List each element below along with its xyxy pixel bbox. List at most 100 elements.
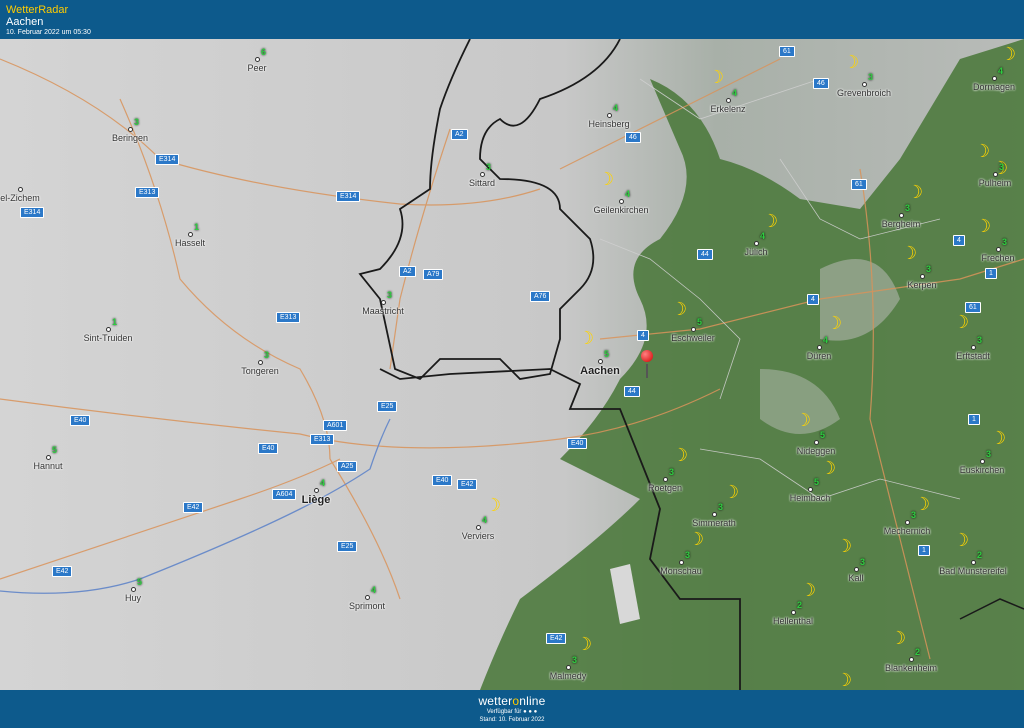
- temperature-value: 3: [718, 502, 724, 512]
- moon-icon: ☽: [953, 312, 970, 332]
- city-label[interactable]: Hasselt: [175, 238, 205, 248]
- temperature-value: 2: [797, 600, 803, 610]
- city-label[interactable]: Liège: [302, 494, 331, 506]
- temperature-value: 3: [1002, 237, 1008, 247]
- temperature-value: 3: [860, 557, 866, 567]
- city-label[interactable]: Düren: [807, 351, 832, 361]
- city-label[interactable]: Sint-Truiden: [84, 333, 133, 343]
- road-label: 44: [697, 249, 713, 260]
- moon-icon: ☽: [598, 169, 615, 189]
- road-label: E42: [183, 502, 204, 513]
- road-label: A76: [530, 291, 551, 302]
- temperature-value: 3: [868, 72, 874, 82]
- location-title: Aachen: [6, 16, 44, 28]
- city-label[interactable]: Sprimont: [349, 601, 385, 611]
- city-dot: [814, 440, 819, 445]
- city-dot: [791, 610, 796, 615]
- city-label[interactable]: Grevenbroich: [837, 88, 891, 98]
- city-dot: [663, 477, 668, 482]
- moon-icon: ☽: [576, 634, 593, 654]
- temperature-value: 3: [134, 117, 140, 127]
- city-label[interactable]: Erftstadt: [956, 351, 990, 361]
- availability-text: Verfügbar für ● ● ●: [486, 709, 538, 715]
- city-dot: [905, 520, 910, 525]
- temperature-value: 5: [814, 477, 820, 487]
- city-label[interactable]: Peer: [247, 63, 266, 73]
- moon-icon: ☽: [836, 670, 853, 690]
- road-label: E314: [20, 207, 45, 218]
- temperature-value: 3: [572, 655, 578, 665]
- temperature-value: 1: [112, 317, 118, 327]
- city-dot: [476, 525, 481, 530]
- radar-map[interactable]: A2 46 E314 E313 E314 E314 A2 A79 44 4 1 61 61 46 A76 E3…: [0, 39, 1024, 690]
- road-label: A25: [337, 461, 358, 472]
- temperature-value: 5: [52, 445, 58, 455]
- timestamp: 10. Februar 2022 um 05:30: [6, 29, 91, 36]
- road-label: 1: [985, 268, 997, 279]
- city-label[interactable]: el-Zichem: [0, 193, 40, 203]
- moon-icon: ☽: [890, 628, 907, 648]
- city-label[interactable]: Euskirchen: [960, 465, 1005, 475]
- temperature-value: 3: [669, 467, 675, 477]
- moon-icon: ☽: [953, 530, 970, 550]
- temperature-value: 4: [371, 585, 377, 595]
- location-pin-icon[interactable]: [641, 350, 653, 362]
- city-label[interactable]: Monschau: [660, 566, 702, 576]
- temperature-value: 1: [194, 222, 200, 232]
- city-label[interactable]: Jülich: [744, 247, 767, 257]
- city-label[interactable]: Nideggen: [797, 446, 836, 456]
- city-dot: [619, 199, 624, 204]
- city-dot: [971, 345, 976, 350]
- city-dot: [691, 327, 696, 332]
- city-label[interactable]: Huy: [125, 593, 141, 603]
- moon-icon: ☽: [914, 494, 931, 514]
- city-label[interactable]: Kall: [848, 573, 863, 583]
- moon-icon: ☽: [843, 52, 860, 72]
- city-label[interactable]: Blankenheim: [885, 663, 937, 673]
- city-dot: [817, 345, 822, 350]
- city-label[interactable]: Tongeren: [241, 366, 279, 376]
- city-label[interactable]: Heimbach: [790, 493, 831, 503]
- city-label[interactable]: Bad Munstereifel: [939, 566, 1007, 576]
- city-label[interactable]: Geilenkirchen: [593, 205, 648, 215]
- city-label[interactable]: Malmedy: [550, 671, 587, 681]
- road-label: E42: [52, 566, 73, 577]
- moon-icon: ☽: [975, 216, 992, 236]
- road-label: E313: [310, 434, 335, 445]
- city-dot: [980, 459, 985, 464]
- road-label: 44: [624, 386, 640, 397]
- app-footer: wetteronline Verfügbar für ● ● ● Stand: …: [0, 690, 1024, 728]
- city-label[interactable]: Eschweiler: [671, 333, 715, 343]
- map-background: [0, 39, 1024, 690]
- city-label[interactable]: Kerpen: [907, 280, 936, 290]
- city-label[interactable]: Aachen: [580, 365, 620, 377]
- city-label[interactable]: Beringen: [112, 133, 148, 143]
- road-label: A2: [399, 266, 416, 277]
- city-label[interactable]: Sittard: [469, 178, 495, 188]
- city-label[interactable]: Hellenthal: [773, 616, 813, 626]
- road-label: E314: [155, 154, 180, 165]
- road-label: E313: [135, 187, 160, 198]
- city-label[interactable]: Frechen: [981, 253, 1014, 263]
- moon-icon: ☽: [723, 482, 740, 502]
- city-label[interactable]: Erkelenz: [710, 104, 745, 114]
- city-label[interactable]: Heinsberg: [588, 119, 629, 129]
- temperature-value: 3: [905, 203, 911, 213]
- city-label[interactable]: Simmerath: [692, 518, 736, 528]
- city-dot: [128, 127, 133, 132]
- city-label[interactable]: Roetgen: [648, 483, 682, 493]
- city-label[interactable]: Verviers: [462, 531, 495, 541]
- temperature-value: 4: [760, 231, 766, 241]
- moon-icon: ☽: [901, 243, 918, 263]
- city-label[interactable]: Dormagen: [973, 82, 1015, 92]
- city-label[interactable]: Mechernich: [884, 526, 931, 536]
- city-label[interactable]: Maastricht: [362, 306, 404, 316]
- city-label[interactable]: Bergheim: [882, 219, 921, 229]
- city-dot: [131, 587, 136, 592]
- moon-icon: ☽: [1000, 44, 1017, 64]
- temperature-value: 6: [261, 47, 267, 57]
- city-label[interactable]: Hannut: [33, 461, 62, 471]
- city-label[interactable]: Pulheim: [979, 178, 1012, 188]
- city-dot: [992, 76, 997, 81]
- temperature-value: 2: [977, 550, 983, 560]
